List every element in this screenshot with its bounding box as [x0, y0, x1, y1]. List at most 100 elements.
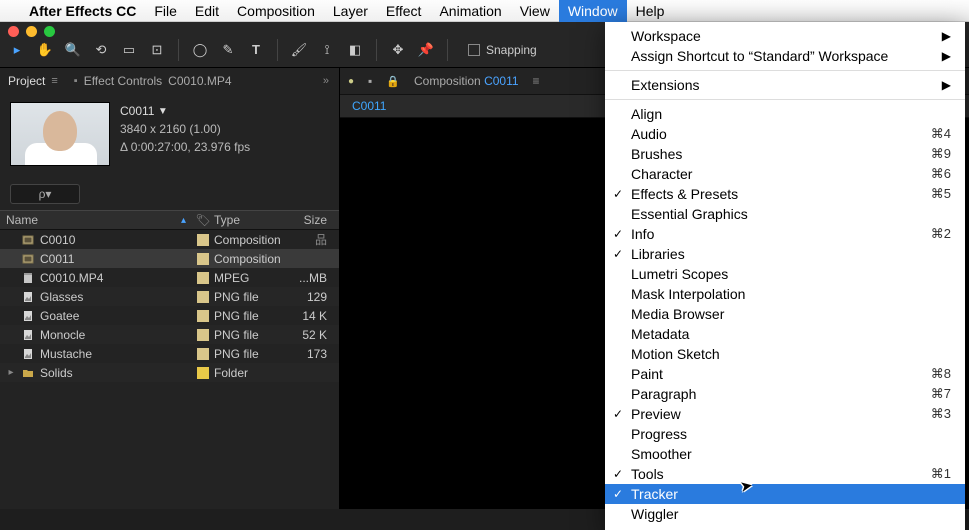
snapping-checkbox-icon[interactable]: [468, 44, 480, 56]
project-search-input[interactable]: ρ▾: [10, 184, 80, 204]
label-color-swatch[interactable]: [197, 272, 209, 284]
comp-tab[interactable]: Composition C0011: [414, 74, 519, 88]
menu-item-workspace[interactable]: Workspace▶: [605, 26, 965, 46]
panel-menu-icon[interactable]: ≡: [51, 75, 57, 87]
menu-item-progress[interactable]: Progress: [605, 424, 965, 444]
menu-item-wiggler[interactable]: Wiggler: [605, 504, 965, 524]
window-close-icon[interactable]: [8, 26, 19, 37]
crop-tool-icon[interactable]: ⊡: [148, 41, 166, 59]
menu-item-info[interactable]: ✓Info⌘2: [605, 224, 965, 244]
hand-tool-icon[interactable]: ✋: [36, 41, 54, 59]
window-zoom-icon[interactable]: [44, 26, 55, 37]
project-row[interactable]: C0010Composition品: [0, 230, 339, 249]
label-color-swatch[interactable]: [197, 310, 209, 322]
menu-file[interactable]: File: [145, 0, 186, 22]
menu-help[interactable]: Help: [627, 0, 674, 22]
menu-item-label: Info: [631, 226, 654, 242]
project-row[interactable]: GlassesPNG file129: [0, 287, 339, 306]
check-icon: ✓: [613, 247, 623, 261]
tab-effect-controls-item: C0010.MP4: [168, 74, 231, 88]
menu-item-label: Tracker: [631, 486, 678, 502]
flowchart-icon[interactable]: 品: [315, 231, 327, 248]
menu-window[interactable]: Window: [559, 0, 627, 22]
menu-item-tracker[interactable]: ✓ Tracker: [605, 484, 965, 504]
selected-item-thumbnail[interactable]: [10, 102, 110, 166]
zoom-tool-icon[interactable]: 🔍: [64, 41, 82, 59]
panel-menu-icon[interactable]: ≡: [533, 74, 540, 88]
menu-item-audio[interactable]: Audio⌘4: [605, 124, 965, 144]
header-label-color[interactable]: 🏷: [192, 213, 214, 227]
check-icon: ✓: [613, 487, 623, 501]
project-row[interactable]: ▸SolidsFolder: [0, 363, 339, 382]
roto-brush-icon[interactable]: ✥: [389, 41, 407, 59]
header-type[interactable]: Type: [214, 213, 290, 227]
tab-project[interactable]: Project ≡: [8, 74, 58, 88]
header-size[interactable]: Size: [290, 213, 333, 227]
project-row-size: 品: [290, 231, 333, 248]
menu-item-assign-shortcut-to-standard-workspace[interactable]: Assign Shortcut to “Standard” Workspace▶: [605, 46, 965, 66]
menu-item-mask-interpolation[interactable]: Mask Interpolation: [605, 284, 965, 304]
disclosure-icon[interactable]: ▸: [6, 367, 16, 378]
menu-item-preview[interactable]: ✓Preview⌘3: [605, 404, 965, 424]
menu-item-brushes[interactable]: Brushes⌘9: [605, 144, 965, 164]
pen-tool-icon[interactable]: ✎: [219, 41, 237, 59]
menu-item-label: Brushes: [631, 146, 682, 162]
project-row[interactable]: MustachePNG file173: [0, 344, 339, 363]
label-color-swatch[interactable]: [197, 291, 209, 303]
window-minimize-icon[interactable]: [26, 26, 37, 37]
comp-tab-prefix: Composition: [414, 74, 481, 88]
project-row-name: Goatee: [40, 309, 79, 323]
label-color-swatch[interactable]: [197, 234, 209, 246]
menu-item-paragraph[interactable]: Paragraph⌘7: [605, 384, 965, 404]
project-row[interactable]: GoateePNG file14 K: [0, 306, 339, 325]
snapping-toggle[interactable]: Snapping: [468, 43, 537, 57]
clone-stamp-icon[interactable]: ⟟: [318, 41, 336, 59]
menu-item-character[interactable]: Character⌘6: [605, 164, 965, 184]
menu-item-label: Extensions: [631, 77, 699, 93]
eraser-tool-icon[interactable]: ◧: [346, 41, 364, 59]
orbit-tool-icon[interactable]: ⟲: [92, 41, 110, 59]
panel-overflow-icon[interactable]: »: [323, 75, 329, 87]
label-color-swatch[interactable]: [197, 253, 209, 265]
shape-ellipse-icon[interactable]: ◯: [191, 41, 209, 59]
project-row[interactable]: C0010.MP4MPEG...MB: [0, 268, 339, 287]
menu-animation[interactable]: Animation: [430, 0, 510, 22]
roi-tool-icon[interactable]: ▭: [120, 41, 138, 59]
menu-effect[interactable]: Effect: [377, 0, 431, 22]
project-row-name: C0010.MP4: [40, 271, 103, 285]
tab-effect-controls[interactable]: ▪ Effect Controls C0010.MP4: [74, 74, 232, 88]
project-table: Name▴ 🏷 Type Size C0010Composition品C0011…: [0, 210, 339, 509]
menu-item-tools[interactable]: ✓Tools⌘1: [605, 464, 965, 484]
menu-composition[interactable]: Composition: [228, 0, 324, 22]
project-row[interactable]: C0011Composition: [0, 249, 339, 268]
menu-item-libraries[interactable]: ✓ Libraries: [605, 244, 965, 264]
label-color-swatch[interactable]: [197, 348, 209, 360]
menu-item-align[interactable]: Align: [605, 104, 965, 124]
menu-item-label: Character: [631, 166, 692, 182]
menu-item-media-browser[interactable]: Media Browser: [605, 304, 965, 324]
menu-item-metadata[interactable]: Metadata: [605, 324, 965, 344]
brush-tool-icon[interactable]: 🖌: [290, 41, 308, 59]
type-tool-icon[interactable]: T: [247, 41, 265, 59]
selection-tool-icon[interactable]: ▸: [8, 41, 26, 59]
menu-view[interactable]: View: [511, 0, 559, 22]
puppet-pin-icon[interactable]: 📌: [417, 41, 435, 59]
menu-layer[interactable]: Layer: [324, 0, 377, 22]
menu-item-essential-graphics[interactable]: Essential Graphics: [605, 204, 965, 224]
menu-item-paint[interactable]: Paint⌘8: [605, 364, 965, 384]
selected-item-dropdown-icon[interactable]: ▼: [158, 104, 168, 119]
png-icon: [22, 348, 34, 360]
menu-item-label: Libraries: [631, 246, 685, 262]
menu-edit[interactable]: Edit: [186, 0, 228, 22]
label-color-swatch[interactable]: [197, 329, 209, 341]
panel-lock-icon[interactable]: 🔒: [386, 75, 400, 88]
menu-item-lumetri-scopes[interactable]: Lumetri Scopes: [605, 264, 965, 284]
menu-item-motion-sketch[interactable]: Motion Sketch: [605, 344, 965, 364]
submenu-arrow-icon: ▶: [942, 49, 951, 63]
header-name[interactable]: Name▴: [6, 213, 192, 227]
label-color-swatch[interactable]: [197, 367, 209, 379]
menu-item-effects-presets[interactable]: ✓Effects & Presets⌘5: [605, 184, 965, 204]
menu-item-smoother[interactable]: Smoother: [605, 444, 965, 464]
project-row[interactable]: MonoclePNG file52 K: [0, 325, 339, 344]
menu-item-extensions[interactable]: Extensions▶: [605, 75, 965, 95]
